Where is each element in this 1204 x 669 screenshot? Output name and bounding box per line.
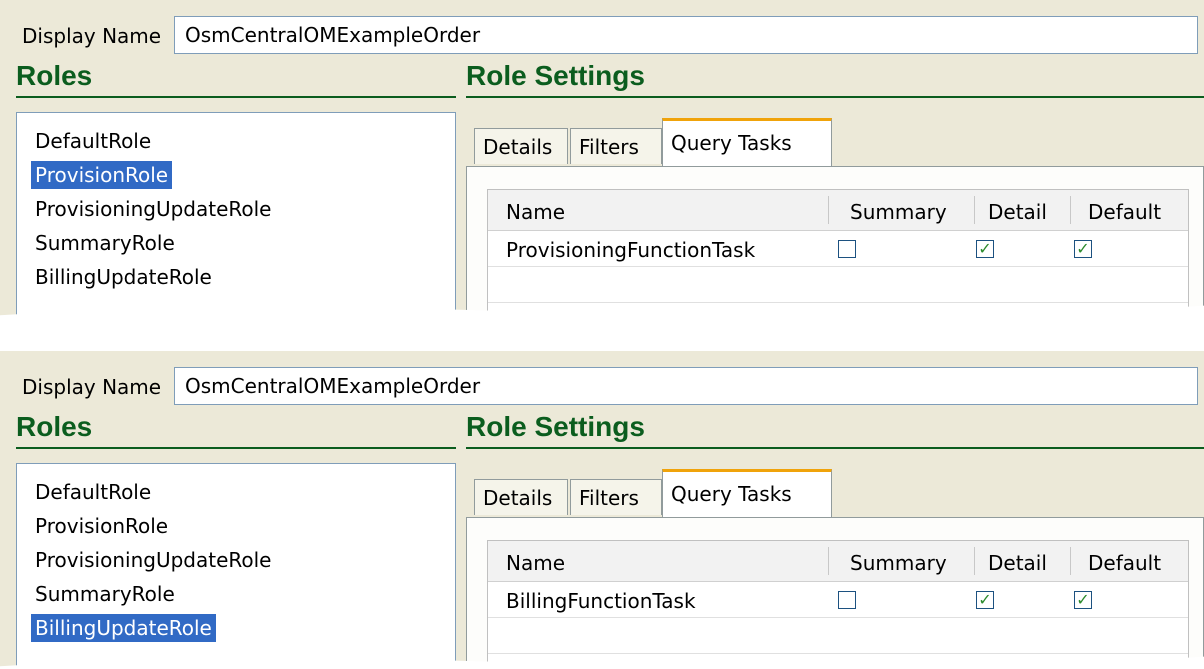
- role-item-billingupdaterole[interactable]: BillingUpdateRole: [31, 614, 216, 642]
- column-separator[interactable]: [828, 196, 829, 224]
- role-editor-panel-bottom: Display Name OsmCentralOMExampleOrder Ro…: [0, 351, 1204, 669]
- task-name-cell: BillingFunctionTask: [506, 589, 696, 613]
- display-name-row: Display Name OsmCentralOMExampleOrder: [16, 367, 1204, 407]
- row-divider: [488, 653, 1188, 654]
- role-settings-section-rule: [466, 447, 1204, 449]
- column-header-summary[interactable]: Summary: [850, 200, 947, 224]
- column-header-name[interactable]: Name: [506, 551, 565, 575]
- roles-section-rule: [16, 447, 456, 449]
- column-separator[interactable]: [1070, 547, 1071, 575]
- tab-query-tasks[interactable]: Query Tasks: [662, 469, 832, 517]
- roles-section-title: Roles: [16, 60, 93, 91]
- role-item-defaultrole[interactable]: DefaultRole: [31, 478, 155, 506]
- column-separator[interactable]: [828, 547, 829, 575]
- checkbox-checked-icon[interactable]: ✓: [976, 591, 994, 609]
- roles-section-rule: [16, 96, 456, 98]
- query-tasks-content: Name Summary Detail Default BillingFunct…: [466, 517, 1204, 669]
- roles-section-title: Roles: [16, 411, 93, 442]
- display-name-label: Display Name: [22, 375, 162, 399]
- tab-query-tasks[interactable]: Query Tasks: [662, 118, 832, 166]
- row-divider: [488, 617, 1188, 618]
- column-separator[interactable]: [974, 547, 975, 575]
- tab-details[interactable]: Details: [474, 479, 568, 515]
- table-header: Name Summary Detail Default: [488, 541, 1188, 582]
- column-separator[interactable]: [1070, 196, 1071, 224]
- query-tasks-table: Name Summary Detail Default BillingFunct…: [487, 540, 1189, 669]
- column-header-detail[interactable]: Detail: [988, 200, 1047, 224]
- column-header-default[interactable]: Default: [1088, 551, 1161, 575]
- role-settings-section-title: Role Settings: [466, 411, 645, 442]
- role-settings-tabs: Details Filters Query Tasks: [466, 469, 1204, 519]
- role-editor-panel-top: Display Name OsmCentralOMExampleOrder Ro…: [0, 0, 1204, 318]
- checkbox-unchecked-icon[interactable]: [838, 591, 856, 609]
- checkbox-checked-icon[interactable]: ✓: [1074, 591, 1092, 609]
- checkbox-checked-icon[interactable]: ✓: [976, 240, 994, 258]
- role-settings-section-rule: [466, 96, 1204, 98]
- display-name-label: Display Name: [22, 24, 162, 48]
- display-name-input[interactable]: OsmCentralOMExampleOrder: [174, 16, 1198, 54]
- roles-list[interactable]: DefaultRole ProvisionRole ProvisioningUp…: [16, 463, 456, 669]
- role-settings-section-title: Role Settings: [466, 60, 645, 91]
- column-header-detail[interactable]: Detail: [988, 551, 1047, 575]
- column-header-summary[interactable]: Summary: [850, 551, 947, 575]
- role-item-billingupdaterole[interactable]: BillingUpdateRole: [31, 263, 216, 291]
- tab-filters[interactable]: Filters: [570, 479, 662, 515]
- role-item-summaryrole[interactable]: SummaryRole: [31, 580, 179, 608]
- role-item-provisionrole[interactable]: ProvisionRole: [31, 512, 172, 540]
- task-name-cell: ProvisioningFunctionTask: [506, 238, 756, 262]
- checkbox-checked-icon[interactable]: ✓: [1074, 240, 1092, 258]
- role-item-provisioningupdaterole[interactable]: ProvisioningUpdateRole: [31, 546, 275, 574]
- tab-details[interactable]: Details: [474, 128, 568, 164]
- roles-list[interactable]: DefaultRole ProvisionRole ProvisioningUp…: [16, 112, 456, 318]
- role-item-summaryrole[interactable]: SummaryRole: [31, 229, 179, 257]
- table-header: Name Summary Detail Default: [488, 190, 1188, 231]
- tab-filters[interactable]: Filters: [570, 128, 662, 164]
- column-header-name[interactable]: Name: [506, 200, 565, 224]
- query-tasks-table: Name Summary Detail Default Provisioning…: [487, 189, 1189, 318]
- role-item-provisioningupdaterole[interactable]: ProvisioningUpdateRole: [31, 195, 275, 223]
- column-header-default[interactable]: Default: [1088, 200, 1161, 224]
- role-settings-tabs: Details Filters Query Tasks: [466, 118, 1204, 168]
- role-item-defaultrole[interactable]: DefaultRole: [31, 127, 155, 155]
- query-tasks-content: Name Summary Detail Default Provisioning…: [466, 166, 1204, 318]
- checkbox-unchecked-icon[interactable]: [838, 240, 856, 258]
- display-name-input[interactable]: OsmCentralOMExampleOrder: [174, 367, 1198, 405]
- display-name-row: Display Name OsmCentralOMExampleOrder: [16, 16, 1204, 56]
- row-divider: [488, 266, 1188, 267]
- role-item-provisionrole[interactable]: ProvisionRole: [31, 161, 173, 189]
- row-divider: [488, 302, 1188, 303]
- column-separator[interactable]: [974, 196, 975, 224]
